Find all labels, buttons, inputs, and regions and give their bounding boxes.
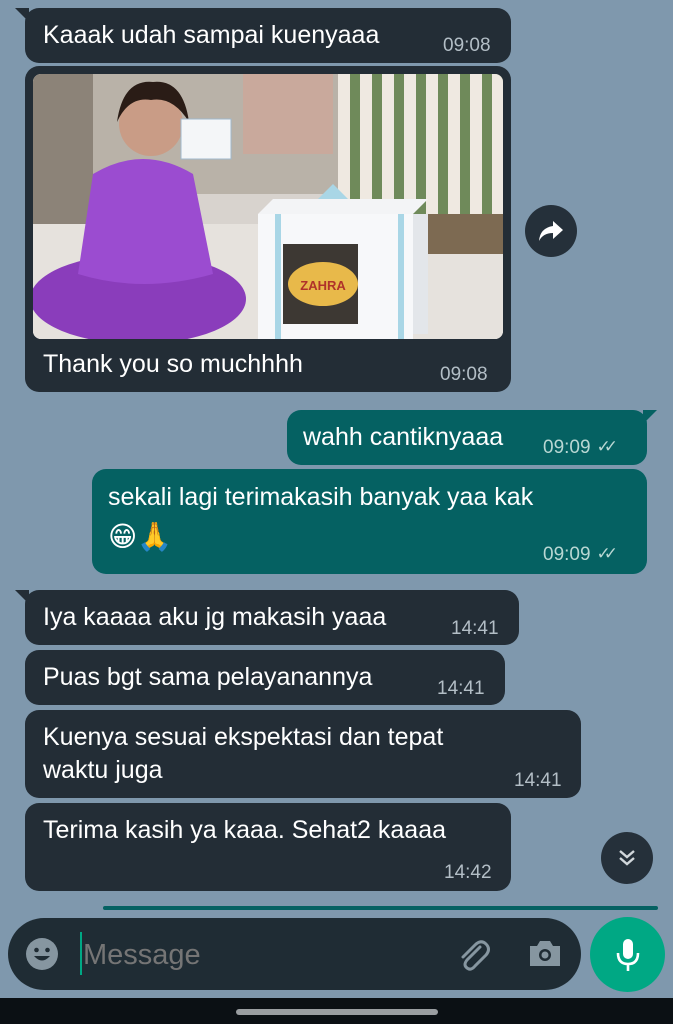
message-incoming[interactable]: Puas bgt sama pelayanannya 14:41: [25, 650, 505, 705]
message-time: 09:08: [440, 364, 488, 385]
message-emoji: 😁🙏: [108, 521, 173, 552]
emoji-button[interactable]: [25, 937, 59, 971]
bubble-tail: [15, 8, 29, 22]
message-text: Iya kaaaa aku jg makasih yaaa: [43, 603, 387, 631]
camera-icon: [530, 941, 560, 966]
message-incoming-photo[interactable]: ZAHRA Thank you so muchhhh 09:08: [25, 66, 511, 392]
message-time: 09:08: [443, 35, 491, 56]
cake-label: ZAHRA: [300, 278, 346, 293]
photo-thumbnail[interactable]: ZAHRA: [33, 74, 503, 339]
message-text: Kuenya sesuai ekspektasi dan tepat waktu…: [43, 723, 444, 784]
voice-message-button[interactable]: [590, 917, 665, 992]
message-text: Terima kasih ya kaaa. Sehat2 kaaaa: [43, 816, 447, 844]
message-input[interactable]: [81, 932, 445, 978]
message-outgoing[interactable]: wahh cantiknyaaa 09:09 ✓✓: [287, 410, 657, 465]
partial-message-edge: [103, 906, 658, 910]
message-incoming[interactable]: Terima kasih ya kaaa. Sehat2 kaaaa 14:42: [25, 803, 511, 891]
bubble-tail: [643, 410, 657, 424]
camera-button[interactable]: [526, 936, 564, 972]
double-check-icon: ✓✓: [596, 544, 618, 563]
message-time-value: 09:09: [543, 544, 591, 565]
double-chevron-down-icon: [619, 850, 635, 866]
message-incoming[interactable]: Kuenya sesuai ekspektasi dan tepat waktu…: [25, 710, 581, 798]
attach-button[interactable]: [454, 935, 494, 975]
message-composer: [8, 918, 581, 990]
message-incoming[interactable]: Iya kaaaa aku jg makasih yaaa 14:41: [15, 590, 519, 645]
emoji-icon: [26, 938, 58, 970]
message-outgoing[interactable]: sekali lagi terimakasih banyak yaa kak 😁…: [92, 469, 647, 574]
message-time-value: 09:09: [543, 437, 591, 458]
forward-arrow-icon: [539, 221, 563, 241]
message-time: 14:41: [437, 678, 485, 699]
bubble-tail: [15, 590, 29, 604]
message-text: sekali lagi terimakasih banyak yaa kak: [108, 483, 534, 511]
message-time: 14:41: [514, 770, 562, 791]
scroll-to-bottom-button[interactable]: [601, 832, 653, 884]
microphone-icon: [616, 938, 639, 971]
message-incoming[interactable]: Kaaak udah sampai kuenyaaa 09:08: [15, 8, 511, 63]
photo-image: ZAHRA: [33, 74, 503, 339]
message-text: Puas bgt sama pelayanannya: [43, 663, 373, 691]
message-text: Kaaak udah sampai kuenyaaa: [43, 21, 380, 49]
home-gesture-handle[interactable]: [236, 1009, 438, 1015]
forward-button[interactable]: [525, 205, 577, 257]
message-text: wahh cantiknyaaa: [303, 423, 504, 451]
message-time: 09:09 ✓✓: [543, 544, 618, 566]
message-time: 09:09 ✓✓: [543, 437, 618, 459]
message-time: 14:42: [444, 862, 492, 883]
message-time: 14:41: [451, 618, 499, 639]
paperclip-icon: [461, 940, 490, 971]
double-check-icon: ✓✓: [596, 437, 618, 456]
photo-caption: Thank you so muchhhh: [43, 350, 303, 378]
